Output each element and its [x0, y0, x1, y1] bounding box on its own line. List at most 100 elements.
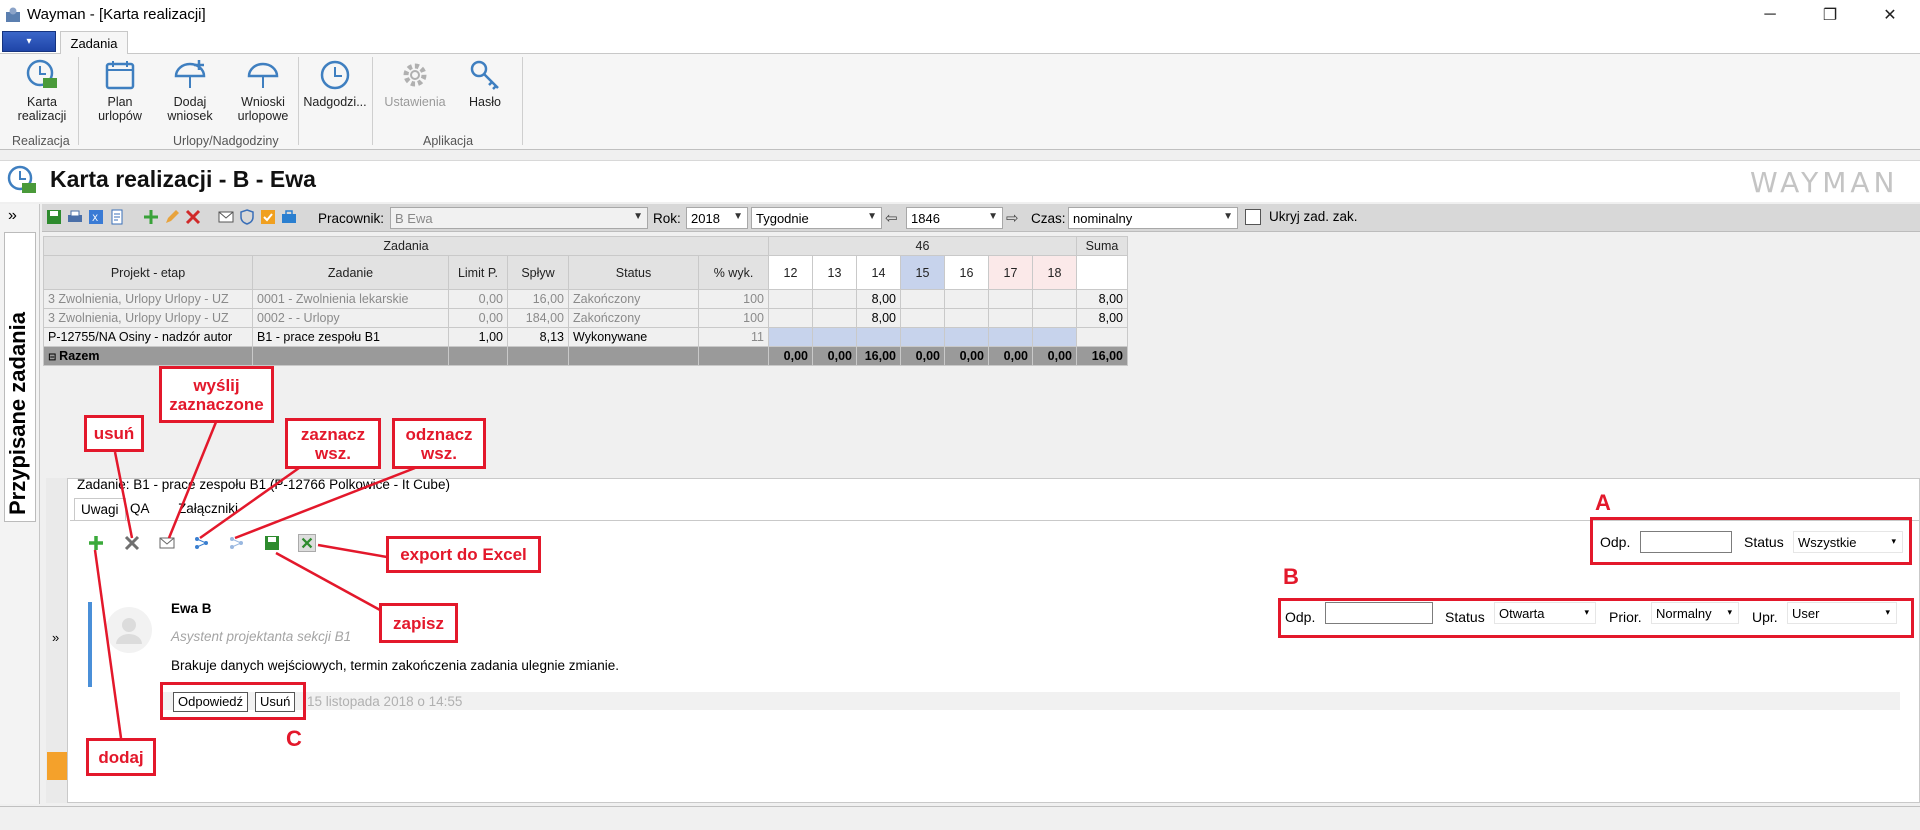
czas-select[interactable]: nominalny ▼: [1068, 207, 1238, 229]
week-select[interactable]: 1846 ▼: [906, 207, 1003, 229]
cell-day[interactable]: [988, 327, 1033, 347]
col-status[interactable]: Status: [568, 255, 699, 290]
dodaj-wniosek-button[interactable]: Dodaj wniosek: [158, 58, 222, 123]
total-empty: [568, 346, 699, 366]
cell-day[interactable]: [1032, 327, 1077, 347]
next-week-icon[interactable]: ⇨: [1006, 209, 1019, 227]
col-day[interactable]: 12: [768, 255, 813, 290]
cell-day[interactable]: [1032, 289, 1077, 309]
col-limit[interactable]: Limit P.: [448, 255, 508, 290]
table-row[interactable]: 3 Zwolnienia, Urlopy Urlopy - UZ 0002 - …: [43, 308, 1128, 328]
annotation-odznacz: odznacz wsz.: [392, 418, 486, 469]
haslo-button[interactable]: Hasło: [455, 58, 515, 109]
col-day-weekend[interactable]: 17: [988, 255, 1033, 290]
print-icon[interactable]: [67, 209, 83, 225]
cell-day[interactable]: [768, 327, 813, 347]
maximize-button[interactable]: ❐: [1800, 0, 1860, 30]
cell-day[interactable]: [812, 308, 857, 328]
app-menu-button[interactable]: ▾: [2, 31, 56, 52]
report-icon[interactable]: [109, 209, 125, 225]
card-clock-icon: [7, 165, 36, 193]
wnioski-urlopowe-button[interactable]: Wnioski urlopowe: [228, 58, 298, 123]
nadgodziny-button[interactable]: Nadgodzi...: [300, 58, 370, 109]
briefcase-icon[interactable]: [281, 209, 297, 225]
cell-day[interactable]: 8,00: [856, 289, 901, 309]
czas-value: nominalny: [1073, 211, 1133, 226]
cell-day[interactable]: [988, 308, 1033, 328]
cell-pct: 11: [698, 327, 769, 347]
add-icon[interactable]: [143, 209, 159, 225]
cell-day[interactable]: [900, 327, 945, 347]
cell-day[interactable]: [856, 327, 901, 347]
cell-day[interactable]: [1032, 308, 1077, 328]
splitter-handle[interactable]: [47, 752, 67, 780]
cell-day[interactable]: [944, 327, 989, 347]
collapse-panel-button[interactable]: »: [8, 207, 17, 225]
expand-detail-button[interactable]: »: [52, 630, 59, 645]
brand-logo: WAYMAN: [1750, 166, 1899, 199]
cell-day[interactable]: [944, 289, 989, 309]
mail-icon[interactable]: [218, 209, 234, 225]
excel-icon[interactable]: X: [88, 209, 104, 225]
tab-zalaczniki[interactable]: Załączniki: [172, 498, 244, 520]
col-day-selected[interactable]: 15: [900, 255, 945, 290]
filter-b-status-select[interactable]: Otwarta ▾: [1494, 602, 1596, 624]
annotation-zaznacz: zaznacz wsz.: [285, 418, 381, 469]
select-all-icon[interactable]: [193, 534, 211, 552]
cell-day[interactable]: [944, 308, 989, 328]
filter-a-odp-input[interactable]: [1640, 531, 1732, 553]
window-title: Wayman - [Karta realizacji]: [27, 6, 206, 23]
table-row[interactable]: 3 Zwolnienia, Urlopy Urlopy - UZ 0001 - …: [43, 289, 1128, 309]
col-zadanie[interactable]: Zadanie: [252, 255, 449, 290]
period-select[interactable]: Tygodnie ▼: [751, 207, 882, 229]
delete-icon[interactable]: [185, 209, 201, 225]
save-icon[interactable]: [46, 209, 62, 225]
send-selected-icon[interactable]: [158, 534, 176, 552]
group-header: Zadania: [43, 236, 769, 256]
pracownik-select[interactable]: B Ewa ▼: [390, 207, 648, 229]
add-comment-icon[interactable]: [87, 534, 105, 552]
karta-realizacji-button[interactable]: Karta realizacji: [10, 58, 74, 123]
table-row[interactable]: P-12755/NA Osiny - nadzór autor B1 - pra…: [43, 327, 1128, 347]
col-splyw[interactable]: Spływ: [507, 255, 569, 290]
col-day[interactable]: 13: [812, 255, 857, 290]
cell-day[interactable]: [988, 289, 1033, 309]
cell-day[interactable]: [900, 308, 945, 328]
tab-zadania[interactable]: Zadania: [60, 31, 128, 55]
filter-b-upr-select[interactable]: User ▾: [1787, 602, 1897, 624]
plan-urlopow-button[interactable]: Plan urlopów: [88, 58, 152, 123]
minimize-button[interactable]: ─: [1740, 0, 1800, 30]
prev-week-icon[interactable]: ⇦: [885, 209, 898, 227]
cell-day[interactable]: [768, 308, 813, 328]
checkbox-icon[interactable]: [260, 209, 276, 225]
export-excel-icon[interactable]: [298, 534, 316, 552]
ustawienia-button[interactable]: Ustawienia: [380, 58, 450, 109]
cell-day[interactable]: [812, 289, 857, 309]
col-pct[interactable]: % wyk.: [698, 255, 769, 290]
tab-qa[interactable]: QA: [124, 498, 156, 520]
cell-day[interactable]: [768, 289, 813, 309]
filter-b-prior-select[interactable]: Normalny ▾: [1651, 602, 1739, 624]
filter-b-odp-input[interactable]: [1325, 602, 1433, 624]
col-day-weekend[interactable]: 18: [1032, 255, 1077, 290]
hide-completed-checkbox[interactable]: [1245, 209, 1261, 225]
deselect-all-icon[interactable]: [228, 534, 246, 552]
close-button[interactable]: ✕: [1860, 0, 1920, 30]
cell-status: Zakończony: [568, 289, 699, 309]
filter-b-upr-label: Upr.: [1752, 609, 1778, 625]
cell-day[interactable]: [900, 289, 945, 309]
save-comments-icon[interactable]: [263, 534, 281, 552]
cell-status: Wykonywane: [568, 327, 699, 347]
umbrella-add-icon: [174, 60, 206, 88]
rok-select[interactable]: 2018 ▼: [686, 207, 748, 229]
tab-uwagi[interactable]: Uwagi: [74, 498, 126, 520]
cell-day[interactable]: 8,00: [856, 308, 901, 328]
delete-comment-icon[interactable]: [123, 534, 141, 552]
col-day[interactable]: 16: [944, 255, 989, 290]
col-day[interactable]: 14: [856, 255, 901, 290]
edit-icon[interactable]: [164, 209, 180, 225]
cell-day[interactable]: [812, 327, 857, 347]
col-projekt[interactable]: Projekt - etap: [43, 255, 253, 290]
shield-icon[interactable]: [239, 209, 255, 225]
filter-a-status-select[interactable]: Wszystkie ▾: [1793, 531, 1903, 553]
